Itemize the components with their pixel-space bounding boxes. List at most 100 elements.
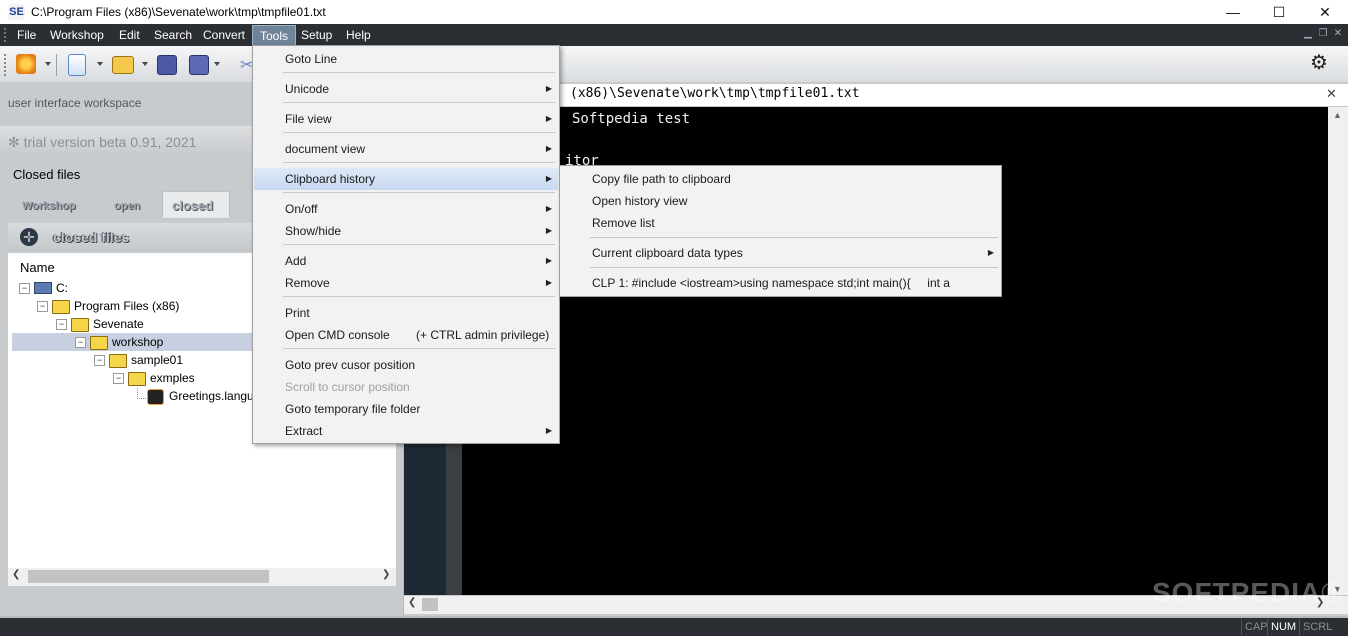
status-bar [0, 618, 1348, 636]
menu-item-remove-list[interactable]: Remove list [561, 212, 1000, 234]
menu-separator [283, 244, 555, 245]
tree-collapse-icon[interactable]: − [75, 337, 86, 348]
closed-files-header [8, 223, 252, 251]
menu-separator [283, 102, 555, 103]
save-icon[interactable] [157, 55, 177, 75]
open-folder-icon[interactable] [112, 56, 134, 74]
tree-collapse-icon[interactable]: − [19, 283, 30, 294]
menu-tools[interactable]: Tools [252, 25, 297, 47]
editor-vertical-scrollbar[interactable] [1328, 107, 1348, 595]
menu-item-copy-file-path[interactable]: Copy file path to clipboard [561, 168, 1000, 190]
chevron-down-icon[interactable] [214, 62, 220, 66]
menu-workshop[interactable]: Workshop [43, 24, 111, 46]
menu-edit[interactable]: Edit [112, 24, 147, 46]
tree-scroll-thumb[interactable] [28, 570, 269, 583]
editor-scroll-thumb[interactable] [422, 598, 438, 611]
menu-separator [590, 237, 998, 238]
submenu-arrow-icon: ▶ [545, 174, 552, 183]
save-all-icon[interactable] [189, 55, 209, 75]
menu-item-show-hide[interactable]: Show/hide ▶ [254, 220, 558, 242]
menu-item-remove[interactable]: Remove ▶ [254, 272, 558, 294]
toolbar-grip-icon [4, 54, 8, 76]
closed-files-heading: closed files [53, 229, 130, 245]
menu-item-goto-line[interactable]: Goto Line [254, 48, 558, 70]
menu-convert[interactable]: Convert [196, 24, 252, 46]
menu-item-clipboard-history[interactable]: Clipboard history ▶ [254, 168, 558, 190]
scroll-up-icon[interactable]: ▲ [1333, 110, 1342, 120]
clipboard-history-submenu: Copy file path to clipboard Open history… [559, 165, 1002, 297]
tools-menu: Goto Line Unicode ▶ File view ▶ document v… [252, 45, 560, 444]
watermark: SOFTPEDIA® [1152, 577, 1343, 608]
tab-open[interactable]: open [114, 196, 140, 216]
menu-item-clipboard-data-types[interactable]: Current clipboard data types ▶ [561, 242, 1000, 264]
editor-tab-path: (x86)\Sevenate\work\tmp\tmpfile01.txt [570, 86, 860, 101]
tree-collapse-icon[interactable]: − [94, 355, 105, 366]
tree-item-file[interactable]: Greetings.langu [169, 387, 254, 405]
menu-item-document-view[interactable]: document view ▶ [254, 138, 558, 160]
scroll-left-icon[interactable]: ❮ [12, 569, 20, 580]
menu-separator [590, 267, 998, 268]
menu-item-extract[interactable]: Extract ▶ [254, 420, 558, 442]
menu-item-open-cmd-console[interactable]: Open CMD console (+ CTRL admin privilege) [254, 324, 558, 346]
folder-icon [128, 372, 146, 386]
menu-item-on-off[interactable]: On/off ▶ [254, 198, 558, 220]
menu-separator [283, 192, 555, 193]
chevron-down-icon[interactable] [142, 62, 148, 66]
submenu-arrow-icon: ▶ [545, 204, 552, 213]
section-title: Closed files [13, 167, 81, 182]
scroll-left-icon[interactable]: ❮ [408, 597, 416, 608]
tree-column-header[interactable]: Name [20, 260, 55, 275]
minimize-button[interactable]: — [1210, 0, 1256, 24]
submenu-arrow-icon: ▶ [545, 114, 552, 123]
toolbar-separator [56, 54, 57, 76]
tree-item-folder[interactable]: exmples [150, 369, 195, 387]
gear-icon[interactable]: ⚙ [1308, 52, 1330, 74]
menu-separator [283, 296, 555, 297]
tab-workshop[interactable]: Workshop [22, 196, 76, 216]
tree-item-folder[interactable]: Program Files (x86) [74, 297, 179, 315]
menu-help[interactable]: Help [339, 24, 378, 46]
submenu-arrow-icon: ▶ [545, 278, 552, 287]
status-num: NUM [1267, 619, 1299, 635]
folder-icon [71, 318, 89, 332]
app-logo-icon: SE [8, 4, 25, 20]
menu-item-goto-temp-folder[interactable]: Goto temporary file folder [254, 398, 558, 420]
menu-item-goto-prev-cursor[interactable]: Goto prev cusor position [254, 354, 558, 376]
tree-collapse-icon[interactable]: − [113, 373, 124, 384]
maximize-button[interactable]: ☐ [1256, 0, 1302, 24]
mdi-minimize-icon[interactable]: ▁ [1302, 28, 1314, 40]
tree-item-folder[interactable]: sample01 [131, 351, 183, 369]
tree-item-folder-selected[interactable]: workshop [112, 333, 163, 351]
language-file-icon [147, 389, 164, 405]
menu-item-file-view[interactable]: File view ▶ [254, 108, 558, 130]
menu-item-print[interactable]: Print [254, 302, 558, 324]
menu-item-open-history-view[interactable]: Open history view [561, 190, 1000, 212]
menu-search[interactable]: Search [147, 24, 199, 46]
menu-item-unicode[interactable]: Unicode ▶ [254, 78, 558, 100]
close-tab-icon[interactable]: ✕ [1326, 86, 1337, 102]
folder-icon [109, 354, 127, 368]
tree-item-folder[interactable]: Sevenate [93, 315, 144, 333]
tree-item-drive[interactable]: C: [56, 279, 68, 297]
scroll-right-icon[interactable]: ❯ [382, 569, 390, 580]
mdi-restore-icon[interactable]: ❐ [1317, 28, 1329, 40]
chevron-down-icon[interactable] [45, 62, 51, 66]
mdi-close-icon[interactable]: ✕ [1332, 28, 1344, 40]
tree-collapse-icon[interactable]: − [56, 319, 67, 330]
status-scrl: SCRL [1299, 619, 1335, 635]
chevron-down-icon[interactable] [97, 62, 103, 66]
submenu-arrow-icon: ▶ [545, 144, 552, 153]
folder-icon [90, 336, 108, 350]
close-window-button[interactable]: ✕ [1302, 0, 1348, 24]
menu-item-scroll-to-cursor: Scroll to cursor position [285, 380, 410, 394]
settings-tool-icon[interactable] [16, 54, 36, 74]
menu-item-add[interactable]: Add ▶ [254, 250, 558, 272]
submenu-arrow-icon: ▶ [545, 226, 552, 235]
tree-collapse-icon[interactable]: − [37, 301, 48, 312]
menu-setup[interactable]: Setup [294, 24, 339, 46]
tab-closed[interactable]: closed [172, 196, 213, 216]
submenu-arrow-icon: ▶ [545, 84, 552, 93]
menu-file[interactable]: File [10, 24, 43, 46]
menu-item-clipboard-entry[interactable]: CLP 1: #include <iostream>using namespac… [561, 272, 1000, 294]
new-file-icon[interactable] [68, 54, 86, 76]
